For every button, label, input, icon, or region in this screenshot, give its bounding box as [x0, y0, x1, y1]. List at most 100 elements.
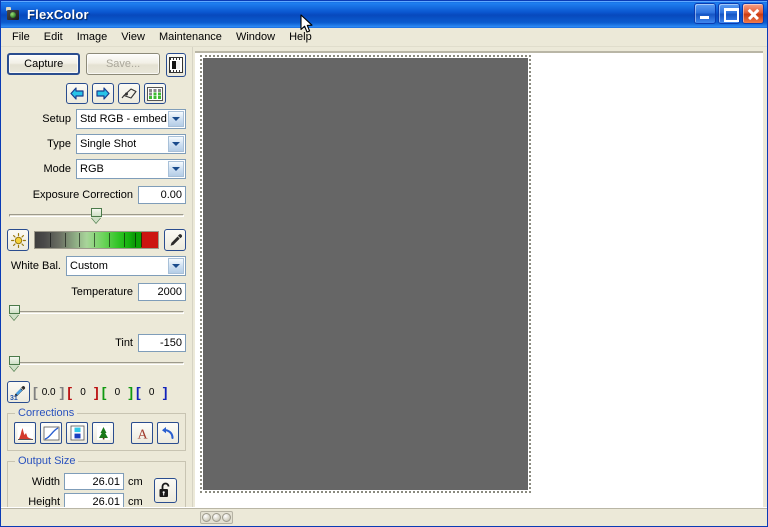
exposure-row: Exposure Correction 0.00 [7, 186, 186, 204]
tag-icon [121, 88, 137, 99]
temperature-label: Temperature [71, 286, 133, 298]
svg-text:A: A [137, 427, 148, 441]
tree-icon [96, 426, 110, 440]
tint-input[interactable]: -150 [138, 334, 186, 352]
tint-row: Tint -150 [7, 334, 186, 352]
density-value: 0.0 [41, 386, 56, 398]
application-window: FlexColor File Edit Image View Maintenan… [0, 0, 768, 527]
tint-slider[interactable] [9, 355, 184, 371]
density-readout: [0.0] [33, 384, 65, 400]
status-indicator-group [200, 511, 233, 524]
sun-icon [10, 232, 26, 248]
thumbnails-button[interactable] [144, 83, 166, 104]
mode-value: RGB [80, 163, 104, 175]
pixel-picker-button[interactable]: 31 [7, 381, 30, 403]
close-button[interactable] [742, 3, 764, 24]
temperature-slider[interactable] [9, 304, 184, 320]
menu-item-view[interactable]: View [114, 29, 152, 45]
camera-icon [5, 6, 22, 23]
type-label: Type [47, 138, 71, 150]
window-controls [694, 3, 764, 24]
output-height-unit: cm [128, 495, 143, 508]
temperature-input[interactable]: 2000 [138, 283, 186, 301]
type-select[interactable]: Single Shot [76, 134, 186, 154]
exposure-slider-thumb[interactable] [91, 208, 103, 223]
reset-corrections-button[interactable] [157, 422, 179, 444]
white-balance-row: White Bal. Custom [7, 256, 186, 276]
white-balance-select[interactable]: Custom [66, 256, 186, 276]
menu-item-maintenance[interactable]: Maintenance [152, 29, 229, 45]
status-dot-2 [212, 513, 221, 522]
capture-button[interactable]: Capture [7, 53, 81, 75]
output-width-label: Width [31, 475, 60, 488]
histogram-icon [17, 426, 33, 440]
navigation-toolbar [7, 83, 186, 104]
corrections-buttons: A [14, 422, 179, 444]
control-panel: Capture Save... Setup Std RGB - embed Ty… [1, 47, 193, 507]
arrow-right-icon [96, 87, 110, 100]
red-readout: [0] [67, 384, 99, 400]
menu-item-window[interactable]: Window [229, 29, 282, 45]
preview-image[interactable] [200, 55, 531, 493]
setup-select[interactable]: Std RGB - embed [76, 109, 186, 129]
temperature-row: Temperature 2000 [7, 283, 186, 301]
white-balance-meter-row [7, 229, 186, 251]
output-width-unit: cm [128, 475, 143, 488]
open-padlock-icon [159, 482, 170, 497]
tint-slider-thumb[interactable] [9, 356, 20, 371]
image-preview-area[interactable] [195, 51, 763, 507]
title-bar: FlexColor [1, 1, 767, 28]
auto-white-balance-button[interactable] [7, 229, 29, 251]
maximize-button[interactable] [718, 3, 740, 24]
auto-correct-button[interactable]: A [131, 422, 153, 444]
status-bar [1, 507, 767, 526]
slider-rail [9, 362, 184, 365]
exposure-slider[interactable] [9, 207, 184, 223]
white-balance-value: Custom [70, 260, 108, 272]
film-frame-button[interactable] [165, 53, 187, 77]
output-height-input[interactable]: 26.01 [64, 493, 124, 507]
corrections-title: Corrections [15, 407, 78, 419]
tint-value: -150 [159, 337, 182, 349]
menu-item-help[interactable]: Help [282, 29, 319, 45]
corrections-group: Corrections A [7, 407, 186, 451]
aspect-lock-button[interactable] [154, 478, 177, 503]
menu-item-edit[interactable]: Edit [37, 29, 70, 45]
exposure-value: 0.00 [160, 189, 182, 201]
levels-button[interactable] [66, 422, 88, 444]
menu-bar: File Edit Image View Maintenance Window … [1, 28, 767, 47]
client-area: Capture Save... Setup Std RGB - embed Ty… [1, 47, 767, 507]
white-balance-picker-button[interactable] [164, 229, 186, 251]
mode-label: Mode [43, 163, 71, 175]
output-size-group: Output Size Width 26.01 cm Height 26.01 … [7, 455, 186, 508]
temperature-slider-thumb[interactable] [9, 305, 20, 320]
picker-size-label: 31 [10, 395, 18, 402]
next-button[interactable] [92, 83, 114, 104]
chevron-down-icon [168, 161, 184, 177]
window-title: FlexColor [27, 7, 89, 22]
type-value: Single Shot [80, 138, 137, 150]
output-width-input[interactable]: 26.01 [64, 473, 124, 490]
save-button-label: Save... [105, 58, 141, 70]
green-value: 0 [114, 386, 121, 398]
tint-label: Tint [115, 337, 133, 349]
minimize-button[interactable] [694, 3, 716, 24]
exposure-input[interactable]: 0.00 [138, 186, 186, 204]
red-value: 0 [80, 386, 86, 398]
tag-button[interactable] [118, 83, 140, 104]
menu-item-image[interactable]: Image [70, 29, 115, 45]
output-height-value: 26.01 [92, 495, 120, 508]
previous-button[interactable] [66, 83, 88, 104]
curve-icon [43, 426, 59, 440]
save-button[interactable]: Save... [86, 53, 160, 75]
film-frame-icon [168, 57, 183, 73]
mode-select[interactable]: RGB [76, 159, 186, 179]
menu-item-file[interactable]: File [5, 29, 37, 45]
grid-icon [147, 86, 163, 101]
status-dot-3 [222, 513, 231, 522]
histogram-button[interactable] [14, 422, 36, 444]
color-balance-button[interactable] [92, 422, 114, 444]
setup-row: Setup Std RGB - embed [7, 109, 186, 129]
curves-button[interactable] [40, 422, 62, 444]
capture-toolbar: Capture Save... [7, 53, 187, 77]
